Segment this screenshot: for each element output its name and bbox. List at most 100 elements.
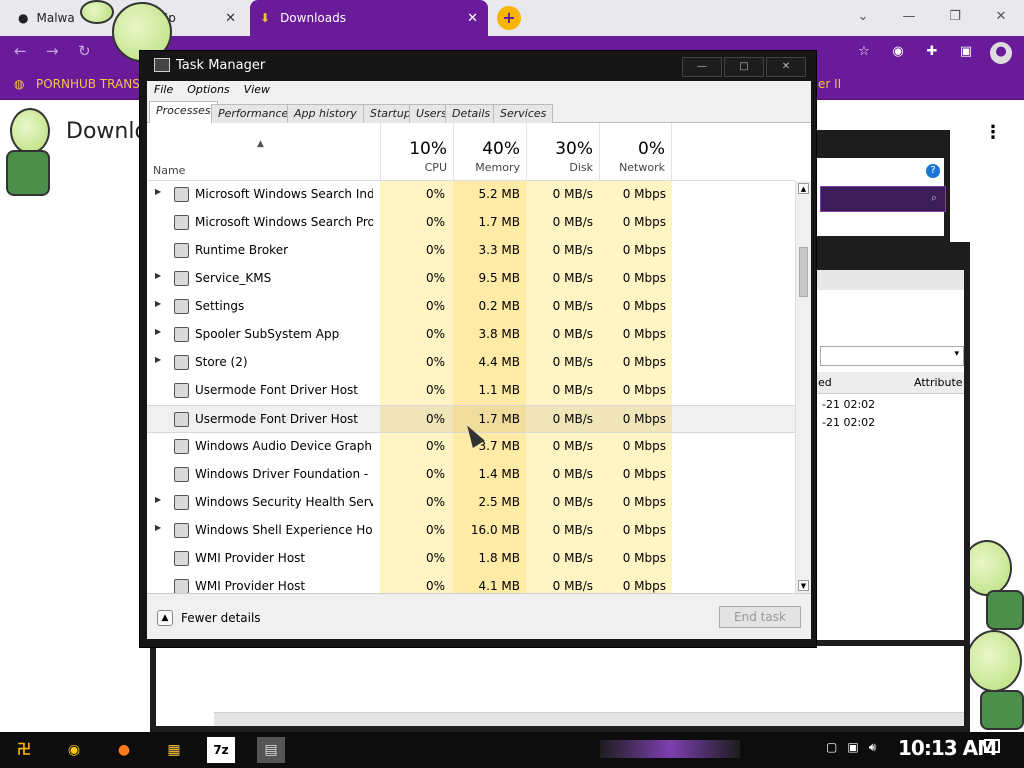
vertical-scrollbar[interactable]: ▲ ▼ xyxy=(795,181,811,593)
browser-tab-downloads[interactable]: ⬇ Downloads ✕ xyxy=(250,0,488,36)
7zip-icon[interactable]: 7z xyxy=(207,737,235,763)
task-manager-taskbar-icon[interactable]: ▤ xyxy=(257,737,285,763)
process-network: 0 Mbps xyxy=(622,243,666,257)
end-task-button[interactable]: End task xyxy=(719,606,801,628)
tab-services[interactable]: Services xyxy=(493,104,554,123)
close-tab-icon[interactable]: ✕ xyxy=(467,11,478,26)
process-row[interactable]: ▶ Service_KMS 0% 9.5 MB 0 MB/s 0 Mbps xyxy=(147,265,795,293)
chevron-down-icon[interactable]: ⌄ xyxy=(840,0,886,36)
process-memory: 1.7 MB xyxy=(478,412,520,426)
address-dropdown[interactable]: ▾ xyxy=(820,346,964,366)
fewer-details-button[interactable]: ▲ Fewer details xyxy=(157,610,261,626)
maximize-button[interactable]: □ xyxy=(724,57,764,77)
reload-icon[interactable]: ↻ xyxy=(78,42,91,60)
expand-arrow-icon[interactable]: ▶ xyxy=(155,523,161,532)
horizontal-scrollbar[interactable] xyxy=(214,712,964,726)
more-options-icon[interactable]: ⋮ xyxy=(984,122,1002,143)
column-header-disk[interactable]: 30% Disk xyxy=(526,123,599,181)
forward-icon[interactable]: → xyxy=(46,42,59,60)
new-tab-button[interactable]: + xyxy=(497,6,521,30)
expand-arrow-icon[interactable]: ▶ xyxy=(155,299,161,308)
expand-arrow-icon[interactable]: ▶ xyxy=(155,271,161,280)
process-icon xyxy=(174,187,189,202)
taskbar-clock[interactable]: 10:13 AM xyxy=(898,736,997,760)
process-cpu: 0% xyxy=(425,187,445,201)
menu-view[interactable]: View xyxy=(244,81,270,99)
process-disk: 0 MB/s xyxy=(552,579,593,593)
scroll-up-icon[interactable]: ▲ xyxy=(798,183,809,194)
process-row[interactable]: Windows Driver Foundation - Us... 0% 1.4 M… xyxy=(147,461,795,489)
list-item[interactable]: -21 02:02 xyxy=(822,416,1024,444)
close-button[interactable]: ✕ xyxy=(766,57,806,77)
bookmark-item[interactable]: er II xyxy=(818,77,841,91)
expand-arrow-icon[interactable]: ▶ xyxy=(155,355,161,364)
help-icon[interactable]: ? xyxy=(926,164,940,178)
process-network: 0 Mbps xyxy=(622,187,666,201)
process-row[interactable]: ▶ Windows Security Health Service 0% 2.5 MB… xyxy=(147,489,795,517)
notification-icon[interactable] xyxy=(984,739,1000,753)
process-cpu: 0% xyxy=(425,355,445,369)
profile-avatar[interactable]: ● xyxy=(990,42,1012,64)
background-explorer-window[interactable] xyxy=(150,640,970,732)
tablet-mode-icon[interactable]: ▢ xyxy=(826,740,837,755)
file-explorer-icon[interactable]: ▦ xyxy=(160,737,188,763)
process-row[interactable]: Usermode Font Driver Host 0% 1.1 MB 0 MB/s 0… xyxy=(147,377,795,405)
tab-app-history[interactable]: App history xyxy=(287,104,364,123)
menu-file[interactable]: File xyxy=(154,81,173,99)
process-row[interactable]: WMI Provider Host 0% 4.1 MB 0 MB/s 0 Mbps xyxy=(147,573,795,593)
minimize-button[interactable]: — xyxy=(682,57,722,77)
scroll-thumb[interactable] xyxy=(799,247,808,297)
process-row[interactable]: ▶ Spooler SubSystem App 0% 3.8 MB 0 MB/s 0 Mb… xyxy=(147,321,795,349)
process-row[interactable]: ▶ Store (2) 0% 4.4 MB 0 MB/s 0 Mbps xyxy=(147,349,795,377)
close-tab-icon[interactable]: ✕ xyxy=(225,11,236,26)
column-header-name[interactable]: Name xyxy=(153,164,185,177)
tab-title: Malwa xyxy=(36,11,75,25)
star-icon[interactable]: ☆ xyxy=(854,42,874,62)
network-icon[interactable]: ▣ xyxy=(847,740,858,755)
bookmark-item[interactable]: PORNHUB TRANS xyxy=(36,77,140,91)
back-icon[interactable]: ← xyxy=(14,42,27,60)
fewer-details-label: Fewer details xyxy=(181,611,261,625)
process-row[interactable]: Microsoft Windows Search Prot... 0% 1.7 MB… xyxy=(147,209,795,237)
column-header-cpu[interactable]: 10% CPU xyxy=(380,123,453,181)
volume-icon[interactable]: 🔊︎ xyxy=(869,740,877,755)
firefox-icon[interactable]: ● xyxy=(110,737,138,763)
process-row[interactable]: ▶ Windows Shell Experience Host ... 0% 16.0… xyxy=(147,517,795,545)
expand-arrow-icon[interactable]: ▶ xyxy=(155,495,161,504)
process-network: 0 Mbps xyxy=(622,551,666,565)
process-name: WMI Provider Host xyxy=(195,551,306,565)
puzzle-icon[interactable]: ✚ xyxy=(922,42,942,62)
extension-avatar-icon[interactable]: ◉ xyxy=(888,42,908,62)
minimize-button[interactable]: — xyxy=(886,0,932,36)
column-header-memory[interactable]: 40% Memory xyxy=(453,123,526,181)
character-sticker xyxy=(80,0,114,24)
expand-arrow-icon[interactable]: ▶ xyxy=(155,187,161,196)
process-memory: 0.2 MB xyxy=(478,299,520,313)
tab-processes[interactable]: Processes xyxy=(149,101,218,124)
process-icon xyxy=(174,523,189,538)
tab-performance[interactable]: Performance xyxy=(211,104,296,123)
process-row[interactable]: ▶ Settings 0% 0.2 MB 0 MB/s 0 Mbps xyxy=(147,293,795,321)
character-sticker xyxy=(966,630,1022,692)
chrome-icon[interactable]: ◉ xyxy=(60,737,88,763)
sidebar-icon[interactable]: ▣ xyxy=(956,42,976,62)
restore-button[interactable]: ❐ xyxy=(932,0,978,36)
explorer-search-box[interactable]: ⌕ xyxy=(820,186,946,212)
process-name: Microsoft Windows Search Prot... xyxy=(195,215,373,229)
process-row[interactable]: WMI Provider Host 0% 1.8 MB 0 MB/s 0 Mbps xyxy=(147,545,795,573)
memory-label: Memory xyxy=(475,161,520,174)
expand-arrow-icon[interactable]: ▶ xyxy=(155,327,161,336)
column-header-attribute[interactable]: Attribute xyxy=(914,376,963,389)
menu-options[interactable]: Options xyxy=(187,81,229,99)
title-bar[interactable]: Task Manager — □ ✕ xyxy=(140,51,816,81)
process-row[interactable]: ▶ Microsoft Windows Search Inde... 0% 5.2 M… xyxy=(147,181,795,209)
process-cpu: 0% xyxy=(425,412,445,426)
tab-details[interactable]: Details xyxy=(445,104,498,123)
scroll-down-icon[interactable]: ▼ xyxy=(798,580,809,591)
background-explorer-window[interactable]: ? ⌕ xyxy=(810,130,950,242)
process-row[interactable]: Runtime Broker 0% 3.3 MB 0 MB/s 0 Mbps xyxy=(147,237,795,265)
close-button[interactable]: ✕ xyxy=(978,0,1024,36)
start-button-icon[interactable]: 卍 xyxy=(10,737,38,763)
process-network: 0 Mbps xyxy=(622,383,666,397)
column-header-network[interactable]: 0% Network xyxy=(599,123,672,181)
